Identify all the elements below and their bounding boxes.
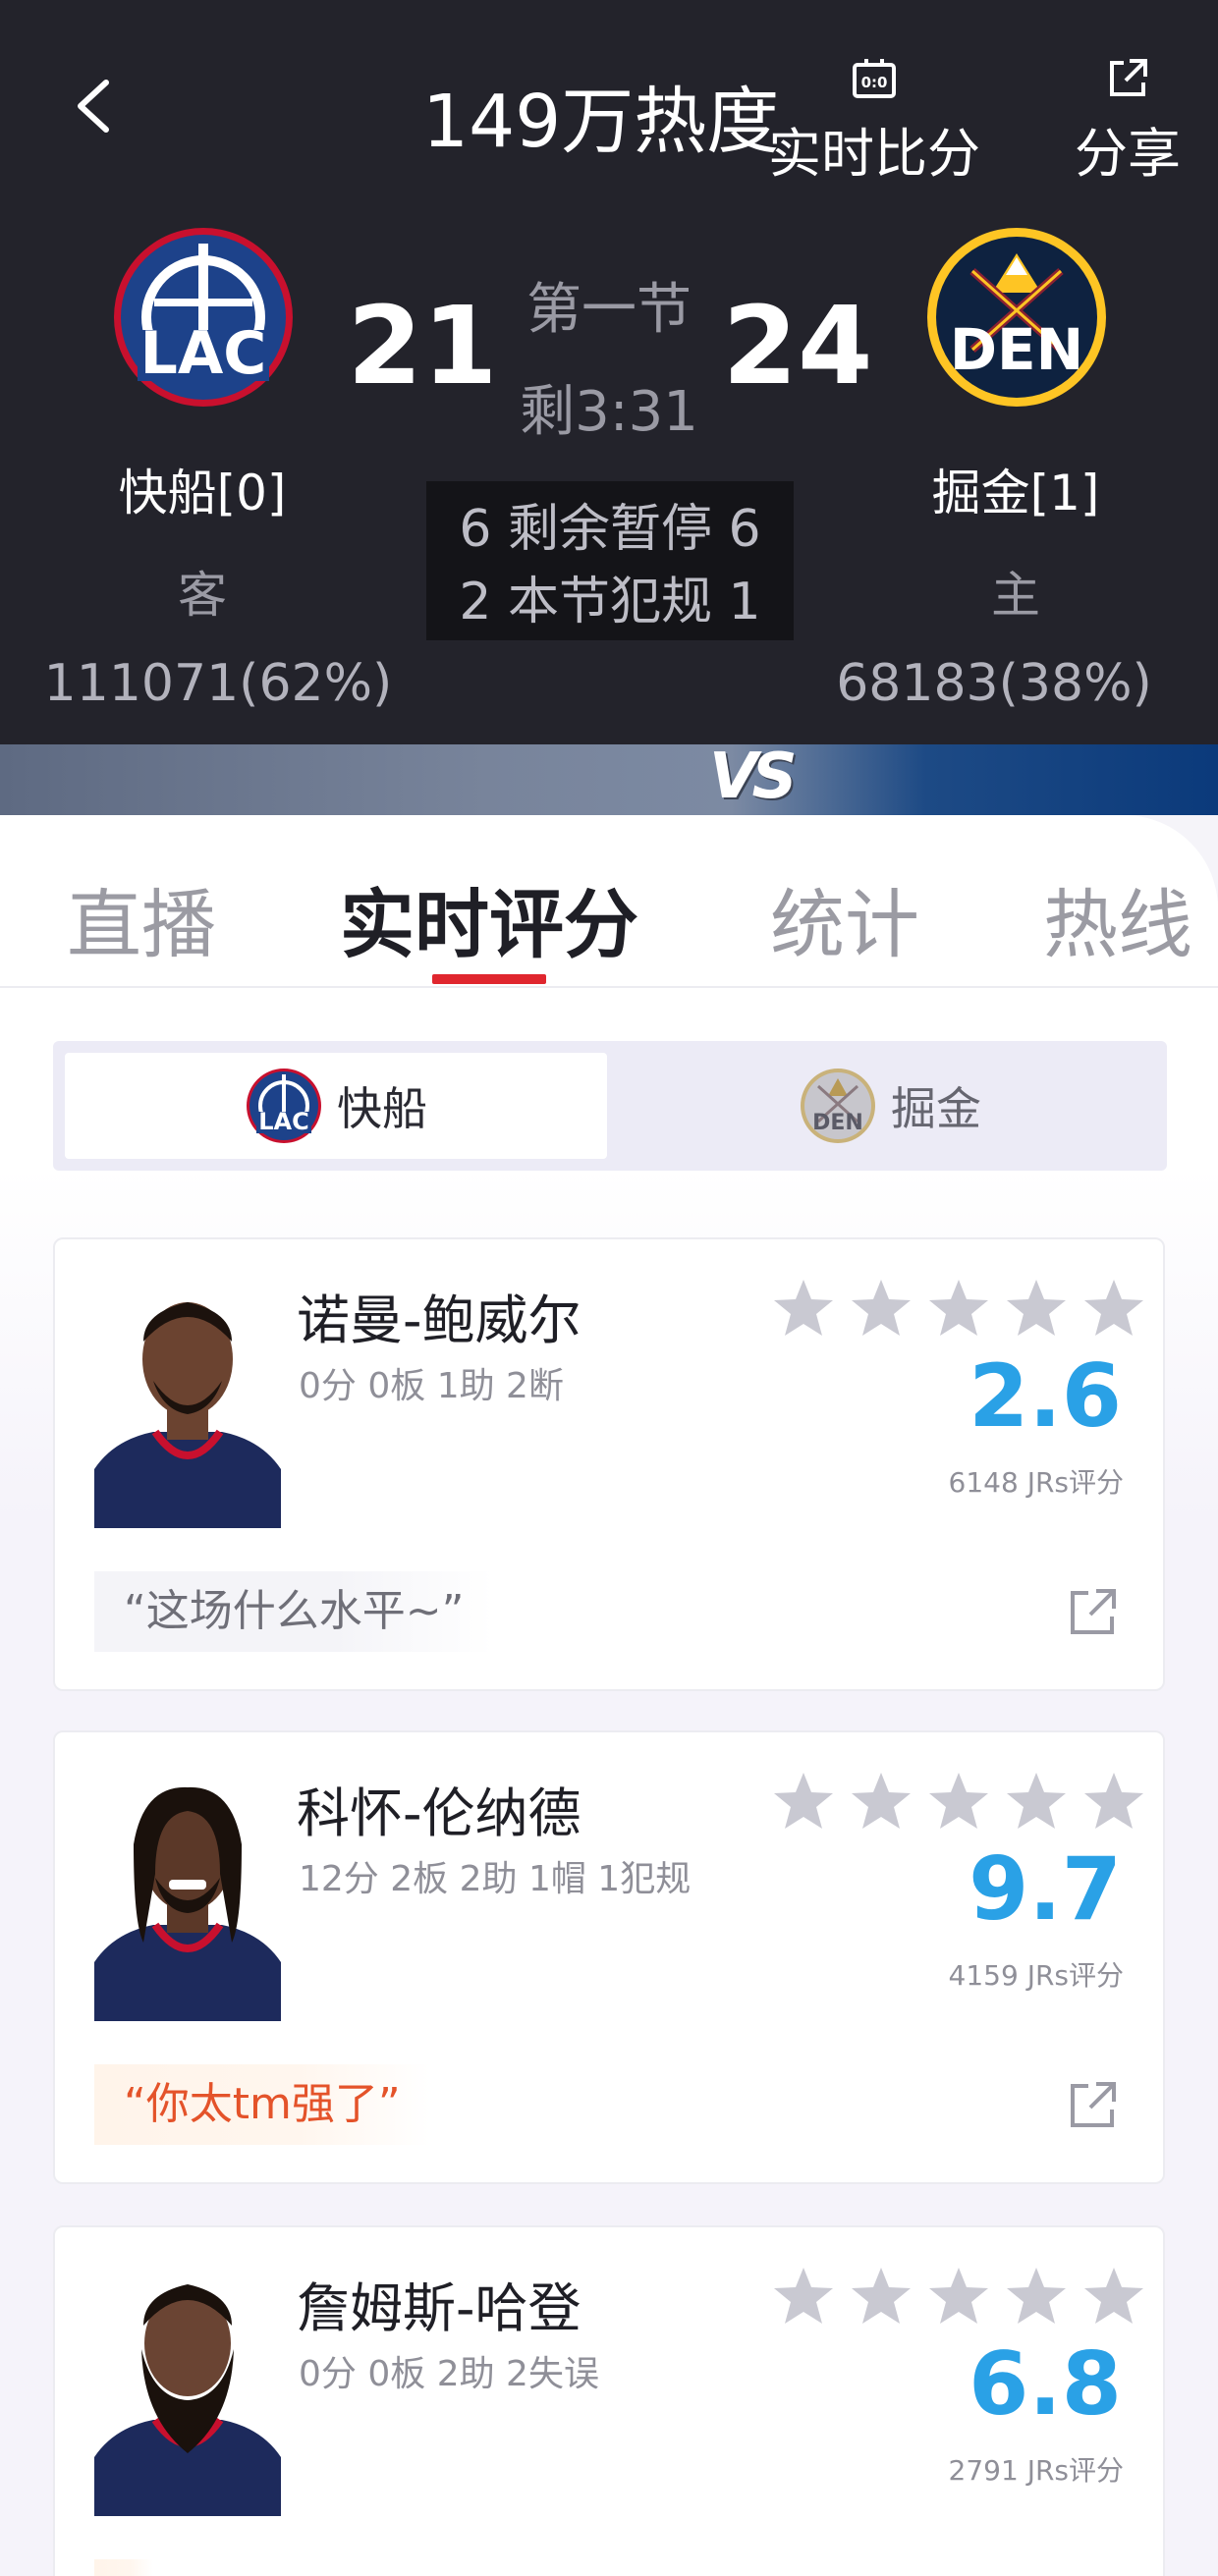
player-rating: 2.6 [969, 1345, 1122, 1447]
hot-comment[interactable]: “你太tm强了” [94, 2064, 430, 2145]
team-switch-label: 快船 [337, 1082, 427, 1135]
star-icon[interactable] [772, 2265, 835, 2328]
timeouts-fouls-box: 6 剩余暂停 6 2 本节犯规 1 [426, 481, 794, 640]
content-panel: 直播 实时评分 统计 热线 LAC 快船 DEN 掘金 诺曼-鲍威尔 0分 0板… [0, 815, 1218, 2576]
svg-text:DEN: DEN [950, 316, 1083, 383]
star-icon[interactable] [1005, 1770, 1068, 1833]
rating-stars [772, 1770, 1145, 1838]
rating-count: 2791 JRs评分 [948, 2454, 1124, 2487]
nuggets-logo[interactable]: DEN [923, 224, 1110, 411]
vs-logo: VS [709, 740, 798, 813]
svg-text:0:0: 0:0 [861, 74, 888, 91]
team-switch-clippers[interactable]: LAC 快船 [65, 1053, 607, 1159]
team-switch-label: 掘金 [891, 1082, 981, 1135]
svg-text:DEN: DEN [812, 1111, 863, 1135]
rating-stars [772, 2265, 1145, 2333]
star-icon[interactable] [772, 1770, 835, 1833]
period: 第一节 [526, 278, 692, 342]
live-score-button[interactable]: 0:0 实时比分 [756, 55, 992, 185]
player-photo [94, 1302, 281, 1528]
team-switch-nuggets[interactable]: DEN 掘金 [619, 1053, 1161, 1159]
player-photo [94, 2284, 281, 2516]
nuggets-logo-small: DEN [801, 1069, 875, 1143]
time-left: 剩3:31 [520, 380, 698, 444]
chevron-left-icon[interactable] [71, 77, 118, 136]
home-team-name: 掘金[1] [931, 465, 1100, 521]
star-icon[interactable] [850, 2265, 913, 2328]
player-photo [94, 1786, 281, 2021]
player-name: 科怀-伦纳德 [297, 1782, 581, 1844]
away-team-name: 快船[0] [118, 465, 287, 521]
player-rating: 9.7 [969, 1838, 1122, 1940]
game-header: VS 149万热度 0:0 实时比分 分享 LAC 快船[0] 客 111071… [0, 0, 1218, 815]
player-stats: 12分 2板 2助 1帽 1犯规 [299, 1859, 692, 1899]
hot-comment[interactable]: “这场什么水平~” [94, 1571, 494, 1652]
star-icon[interactable] [927, 2265, 990, 2328]
tab-bar: 直播 实时评分 统计 热线 [0, 815, 1218, 988]
rating-count: 6148 JRs评分 [948, 1466, 1124, 1499]
share-icon[interactable] [1067, 1585, 1120, 1638]
share-label: 分享 [1075, 123, 1181, 185]
star-icon[interactable] [1082, 2265, 1145, 2328]
star-icon[interactable] [1005, 1277, 1068, 1340]
away-team-role: 客 [178, 567, 227, 624]
player-stats: 0分 0板 1助 2断 [299, 1366, 564, 1406]
tab-live[interactable]: 直播 [67, 864, 216, 972]
player-card[interactable]: 詹姆斯-哈登 0分 0板 2助 2失误 6.8 2791 JRs评分 [53, 2225, 1165, 2576]
fouls-row: 2 本节犯规 1 [459, 573, 761, 631]
clippers-logo[interactable]: LAC [110, 224, 297, 411]
share-icon[interactable] [1067, 2078, 1120, 2131]
star-icon[interactable] [1082, 1770, 1145, 1833]
player-name: 诺曼-鲍威尔 [297, 1289, 581, 1351]
rating-count: 4159 JRs评分 [948, 1959, 1124, 1992]
team-color-band [0, 744, 1218, 815]
svg-text:LAC: LAC [140, 319, 267, 388]
star-icon[interactable] [927, 1770, 990, 1833]
star-icon[interactable] [850, 1770, 913, 1833]
player-rating: 6.8 [969, 2333, 1122, 2435]
timeouts-row: 6 剩余暂停 6 [459, 500, 761, 559]
team-switch: LAC 快船 DEN 掘金 [53, 1041, 1167, 1171]
share-icon [1110, 59, 1147, 96]
tab-hotline[interactable]: 热线 [1043, 864, 1192, 972]
star-icon[interactable] [850, 1277, 913, 1340]
player-card[interactable]: 科怀-伦纳德 12分 2板 2助 1帽 1犯规 9.7 4159 JRs评分 “… [53, 1730, 1165, 2184]
player-name: 詹姆斯-哈登 [297, 2277, 581, 2339]
live-score-label: 实时比分 [768, 123, 980, 185]
star-icon[interactable] [927, 1277, 990, 1340]
star-icon[interactable] [1082, 1277, 1145, 1340]
star-icon[interactable] [1005, 2265, 1068, 2328]
clippers-logo-small: LAC [247, 1069, 321, 1143]
tab-stats[interactable]: 统计 [770, 864, 919, 972]
rating-stars [772, 1277, 1145, 1345]
player-stats: 0分 0板 2助 2失误 [299, 2354, 599, 2394]
active-tab-indicator [432, 974, 546, 984]
hot-comment[interactable] [94, 2559, 153, 2576]
away-team-votes: 111071(62%) [43, 654, 393, 713]
share-button[interactable]: 分享 [1039, 55, 1216, 185]
svg-text:LAC: LAC [258, 1108, 308, 1135]
home-score: 24 [722, 283, 873, 409]
scoreboard-icon: 0:0 [853, 59, 896, 98]
home-team-role: 主 [991, 567, 1040, 624]
home-team-votes: 68183(38%) [836, 654, 1152, 713]
star-icon[interactable] [772, 1277, 835, 1340]
tab-live-rating[interactable]: 实时评分 [340, 864, 638, 972]
player-card[interactable]: 诺曼-鲍威尔 0分 0板 1助 2断 2.6 6148 JRs评分 “这场什么水… [53, 1237, 1165, 1691]
